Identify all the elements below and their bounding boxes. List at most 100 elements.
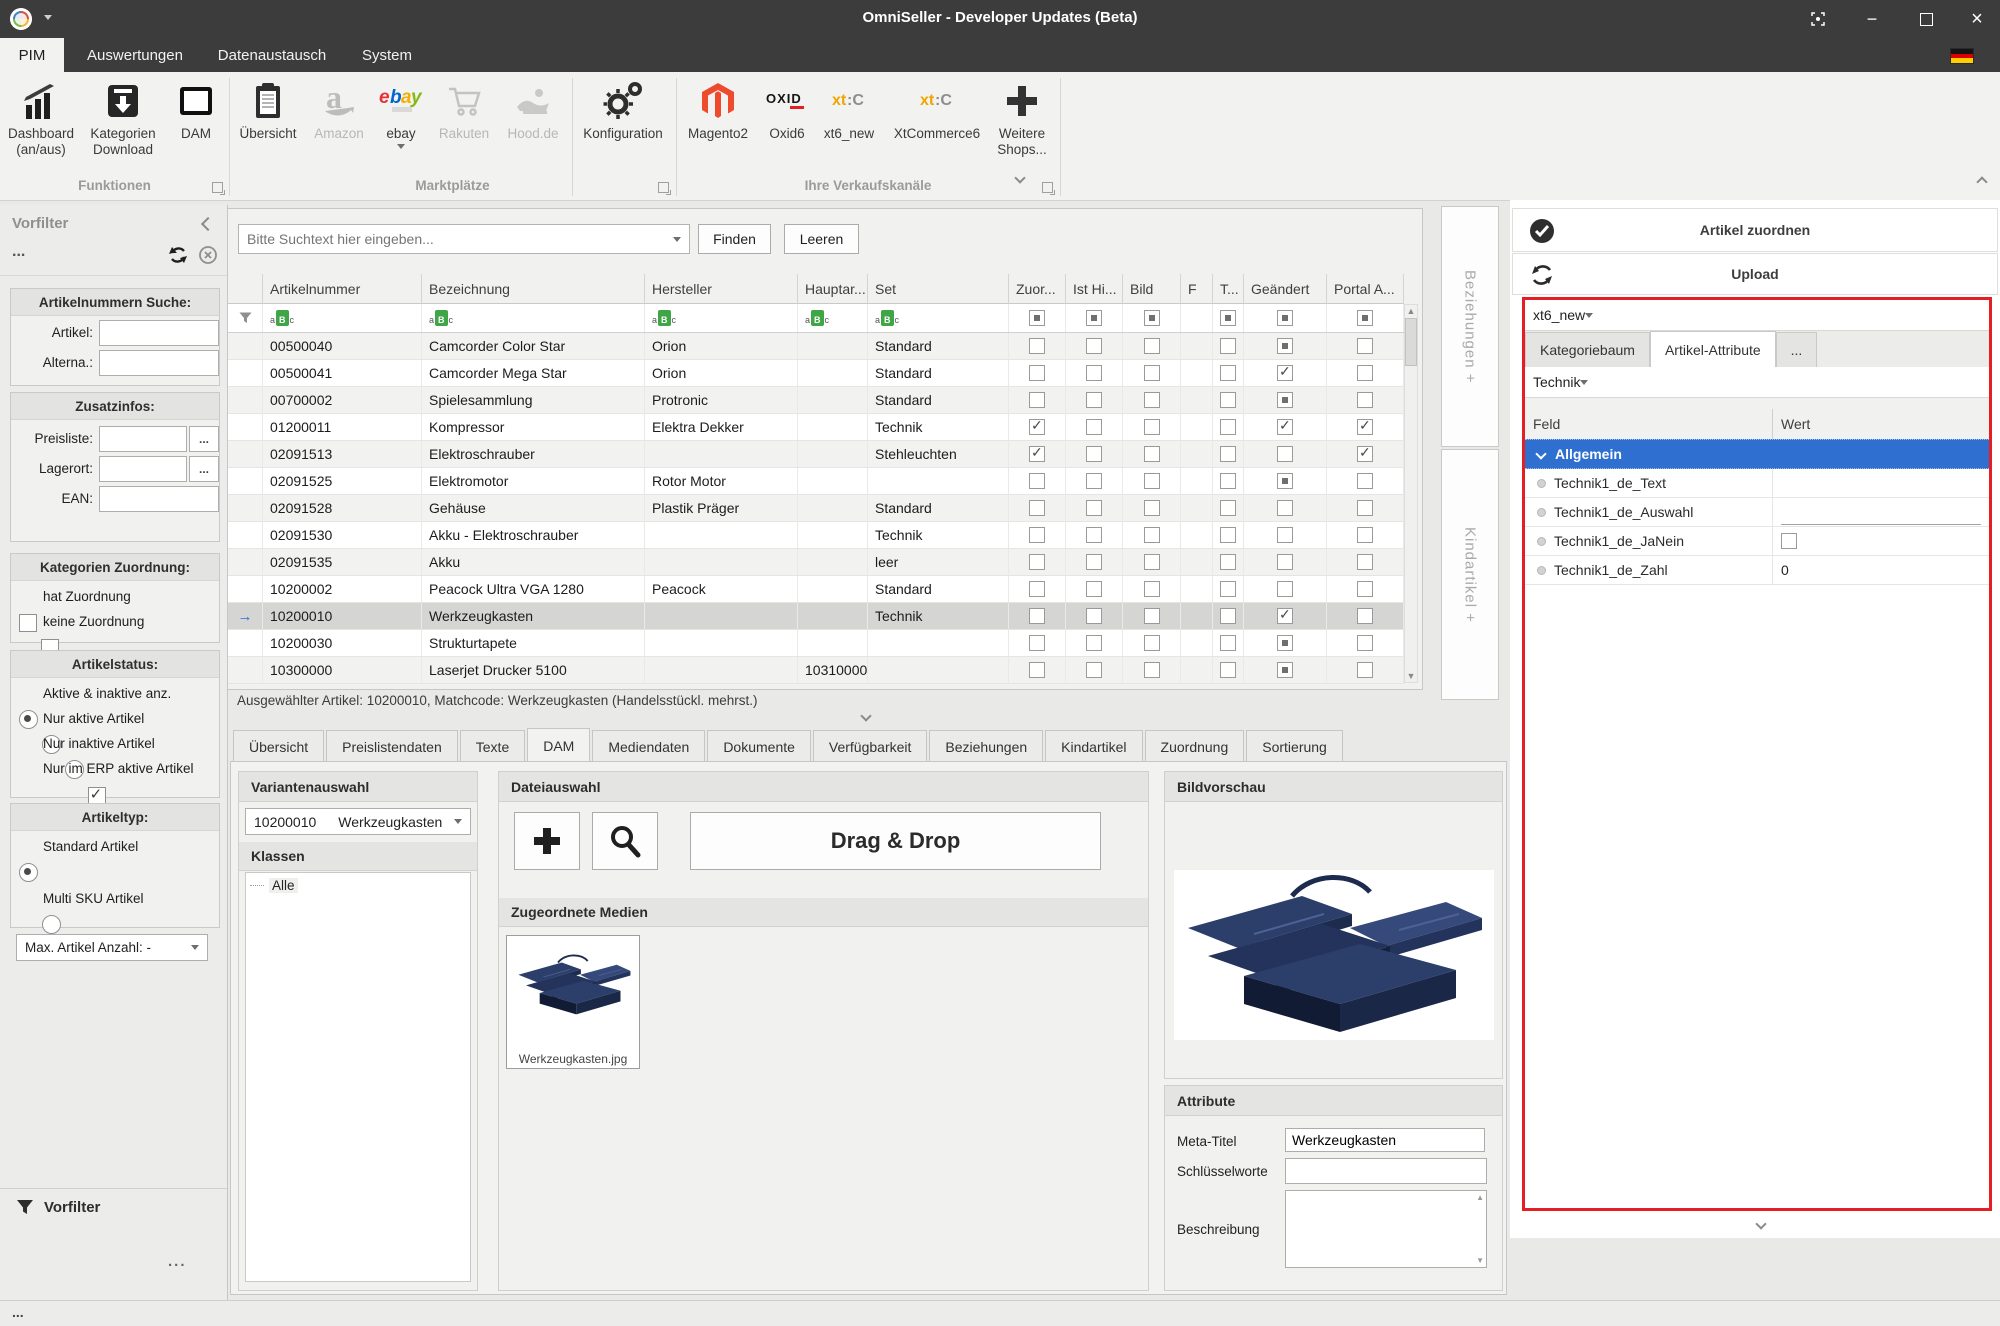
geaendert-checkbox[interactable]: [1277, 527, 1293, 543]
attribute-row[interactable]: Technik1_de_Auswahl: [1525, 498, 1989, 527]
ist-hi-checkbox[interactable]: [1086, 392, 1102, 408]
portal-checkbox[interactable]: [1357, 446, 1373, 462]
detail-tab[interactable]: Beziehungen: [929, 730, 1043, 764]
vorfilter-footer-button[interactable]: Vorfilter: [16, 1198, 100, 1216]
search-dropdown-caret-icon[interactable]: [673, 237, 681, 242]
ist-hi-checkbox[interactable]: [1086, 419, 1102, 435]
dialog-launcher-icon[interactable]: [1042, 182, 1053, 193]
artikel-input[interactable]: [99, 320, 219, 346]
attribute-row[interactable]: Technik1_de_Zahl 0: [1525, 556, 1989, 585]
filter-artikelnummer[interactable]: [263, 304, 422, 332]
geaendert-checkbox[interactable]: [1277, 635, 1293, 651]
bild-checkbox[interactable]: [1144, 581, 1160, 597]
ean-input[interactable]: [99, 486, 219, 512]
zuordnung-checkbox[interactable]: [1029, 500, 1045, 516]
geaendert-checkbox[interactable]: [1277, 662, 1293, 678]
tree-item-alle[interactable]: Alle: [246, 873, 470, 898]
filter-hauptartikel[interactable]: [798, 304, 868, 332]
t-checkbox[interactable]: [1220, 608, 1236, 624]
col-wert[interactable]: Wert: [1773, 409, 1989, 439]
filter-ist-hi[interactable]: [1066, 304, 1123, 332]
zuordnung-checkbox[interactable]: [1029, 608, 1045, 624]
portal-checkbox[interactable]: [1357, 635, 1373, 651]
tab-datenaustausch[interactable]: Datenaustausch: [212, 38, 332, 72]
scroll-up-icon[interactable]: ▲: [1476, 1193, 1484, 1202]
portal-checkbox[interactable]: [1357, 365, 1373, 381]
sidebar-collapse-chevron-icon[interactable]: [201, 217, 215, 231]
portal-checkbox[interactable]: [1357, 500, 1373, 516]
vertical-tab-kindartikel[interactable]: Kindartikel +: [1441, 449, 1499, 700]
ist-hi-checkbox[interactable]: [1086, 473, 1102, 489]
ist-hi-checkbox[interactable]: [1086, 635, 1102, 651]
panel-expand-chevron-icon[interactable]: [1755, 1218, 1766, 1229]
geaendert-checkbox[interactable]: [1277, 419, 1293, 435]
bild-checkbox[interactable]: [1144, 419, 1160, 435]
attr-value-select[interactable]: [1773, 498, 1989, 526]
zuordnung-checkbox[interactable]: [1029, 581, 1045, 597]
scroll-up-icon[interactable]: ▲: [1405, 305, 1417, 317]
detail-tab[interactable]: Dokumente: [707, 730, 811, 764]
bild-checkbox[interactable]: [1144, 608, 1160, 624]
table-row[interactable]: 10200002 Peacock Ultra VGA 1280 Peacock …: [228, 576, 1418, 603]
portal-checkbox[interactable]: [1357, 338, 1373, 354]
janein-checkbox[interactable]: [1781, 533, 1797, 549]
attr-value-number[interactable]: 0: [1773, 556, 1989, 584]
table-row[interactable]: 02091530 Akku - Elektroschrauber Technik: [228, 522, 1418, 549]
max-artikel-combo[interactable]: Max. Artikel Anzahl: -: [16, 934, 208, 961]
dialog-launcher-icon[interactable]: [212, 182, 223, 193]
ist-hi-checkbox[interactable]: [1086, 554, 1102, 570]
table-row[interactable]: 02091528 Gehäuse Plastik Präger Standard: [228, 495, 1418, 522]
t-checkbox[interactable]: [1220, 662, 1236, 678]
sidebar-dots[interactable]: ...: [12, 243, 25, 261]
filter-hersteller[interactable]: [645, 304, 798, 332]
detail-tab[interactable]: Zuordnung: [1145, 730, 1245, 764]
bild-checkbox[interactable]: [1144, 662, 1160, 678]
radio-standard-artikel[interactable]: [19, 863, 38, 882]
col-zuordnung[interactable]: Zuor...: [1009, 274, 1066, 304]
table-row[interactable]: 00500040 Camcorder Color Star Orion Stan…: [228, 333, 1418, 360]
filter-portal[interactable]: [1327, 304, 1404, 332]
bild-checkbox[interactable]: [1144, 500, 1160, 516]
attr-value-text[interactable]: [1773, 469, 1989, 497]
filter-set[interactable]: [868, 304, 1009, 332]
ist-hi-checkbox[interactable]: [1086, 581, 1102, 597]
col-ist-hi[interactable]: Ist Hi...: [1066, 274, 1123, 304]
table-row[interactable]: 02091525 Elektromotor Rotor Motor: [228, 468, 1418, 495]
col-bezeichnung[interactable]: Bezeichnung: [422, 274, 645, 304]
close-button[interactable]: ×: [1960, 6, 1994, 32]
col-bild[interactable]: Bild: [1123, 274, 1181, 304]
geaendert-checkbox[interactable]: [1277, 581, 1293, 597]
table-row[interactable]: 10200010 Werkzeugkasten Technik: [228, 603, 1418, 630]
minimize-button[interactable]: −: [1855, 6, 1889, 32]
zuordnung-checkbox[interactable]: [1029, 527, 1045, 543]
refresh-icon[interactable]: [168, 245, 188, 268]
detail-tab[interactable]: Kindartikel: [1045, 730, 1142, 764]
search-input[interactable]: [239, 231, 673, 247]
filter-t[interactable]: [1213, 304, 1244, 332]
hat-zuordnung-checkbox[interactable]: [19, 614, 37, 632]
t-checkbox[interactable]: [1220, 581, 1236, 597]
preisliste-input[interactable]: [99, 426, 187, 452]
ist-hi-checkbox[interactable]: [1086, 338, 1102, 354]
attribute-set-combo[interactable]: Technik: [1525, 367, 1989, 398]
shop-combo[interactable]: xt6_new: [1525, 300, 1989, 331]
detail-tab[interactable]: Mediendaten: [592, 730, 705, 764]
bild-checkbox[interactable]: [1144, 365, 1160, 381]
col-geaendert[interactable]: Geändert: [1244, 274, 1327, 304]
ist-hi-checkbox[interactable]: [1086, 500, 1102, 516]
funnel-icon[interactable]: [228, 304, 263, 332]
t-checkbox[interactable]: [1220, 473, 1236, 489]
detail-tab[interactable]: Übersicht: [233, 730, 324, 764]
attribute-row[interactable]: Technik1_de_Text: [1525, 469, 1989, 498]
filter-geaendert[interactable]: [1244, 304, 1327, 332]
geaendert-checkbox[interactable]: [1277, 554, 1293, 570]
detail-collapse-chevron-icon[interactable]: [860, 710, 871, 721]
tab-more[interactable]: ...: [1776, 332, 1818, 367]
filter-bild[interactable]: [1123, 304, 1181, 332]
portal-checkbox[interactable]: [1357, 527, 1373, 543]
geaendert-checkbox[interactable]: [1277, 608, 1293, 624]
geaendert-checkbox[interactable]: [1277, 473, 1293, 489]
alterna-input[interactable]: [99, 350, 219, 376]
ist-hi-checkbox[interactable]: [1086, 608, 1102, 624]
detail-tab[interactable]: Preislistendaten: [326, 730, 458, 764]
